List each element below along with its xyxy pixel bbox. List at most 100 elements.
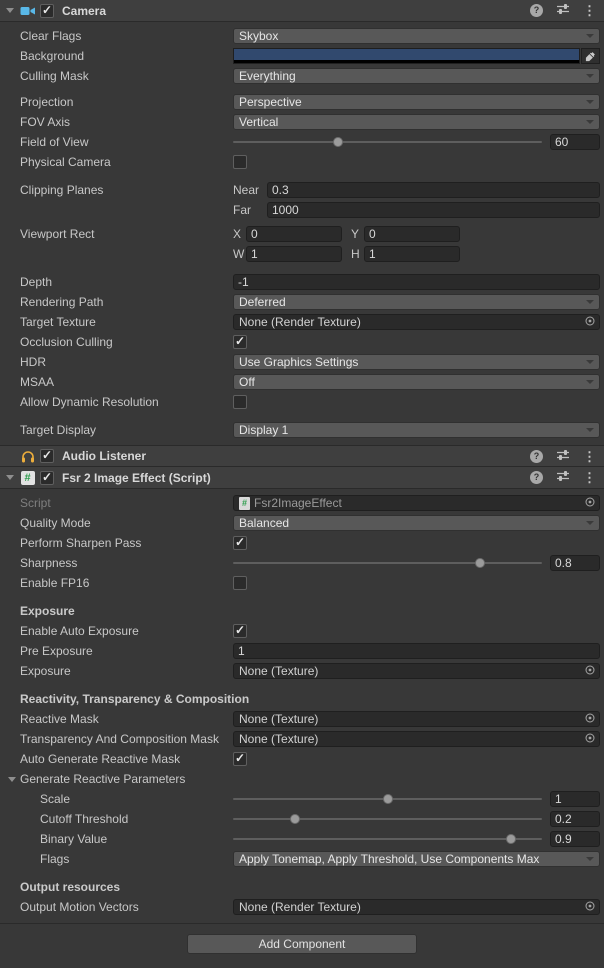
field-of-view-slider[interactable] bbox=[233, 134, 542, 150]
kebab-menu-icon[interactable] bbox=[583, 471, 596, 484]
viewport-y-field[interactable] bbox=[364, 226, 460, 242]
generate-reactive-parameters-label: Generate Reactive Parameters bbox=[20, 772, 185, 786]
object-picker-icon[interactable] bbox=[584, 900, 596, 915]
perform-sharpen-pass-checkbox[interactable] bbox=[233, 536, 247, 550]
reactive-mask-objectfield[interactable]: None (Texture) bbox=[233, 711, 600, 727]
binary-value-label: Binary Value bbox=[0, 832, 233, 846]
enable-fp16-checkbox[interactable] bbox=[233, 576, 247, 590]
scale-row: Scale bbox=[0, 789, 604, 809]
presets-icon[interactable] bbox=[556, 449, 570, 464]
add-component-button[interactable]: Add Component bbox=[187, 934, 417, 954]
pre-exposure-field[interactable] bbox=[233, 643, 600, 659]
camera-enabled-checkbox[interactable] bbox=[40, 4, 54, 18]
auto-generate-reactive-mask-checkbox[interactable] bbox=[233, 752, 247, 766]
audio-listener-enabled-checkbox[interactable] bbox=[40, 449, 54, 463]
auto-generate-reactive-mask-label: Auto Generate Reactive Mask bbox=[0, 752, 233, 766]
sharpness-value[interactable] bbox=[550, 555, 600, 571]
sharpness-slider[interactable] bbox=[233, 555, 542, 571]
object-picker-icon[interactable] bbox=[584, 315, 596, 330]
object-picker-icon[interactable] bbox=[584, 496, 596, 511]
script-objectfield[interactable]: Fsr2ImageEffect bbox=[233, 495, 600, 511]
object-picker-icon[interactable] bbox=[584, 732, 596, 747]
target-texture-objectfield[interactable]: None (Render Texture) bbox=[233, 314, 600, 330]
output-motion-vectors-objectfield[interactable]: None (Render Texture) bbox=[233, 899, 600, 915]
chevron-down-icon bbox=[586, 857, 594, 861]
reactivity-section-header: Reactivity, Transparency & Composition bbox=[0, 689, 604, 709]
rendering-path-dropdown[interactable]: Deferred bbox=[233, 294, 600, 310]
background-color-field[interactable] bbox=[233, 48, 600, 64]
help-icon[interactable] bbox=[530, 471, 543, 484]
kebab-menu-icon[interactable] bbox=[583, 4, 596, 17]
near-field[interactable] bbox=[267, 182, 600, 198]
slider-handle[interactable] bbox=[290, 814, 300, 824]
far-field[interactable] bbox=[267, 202, 600, 218]
scale-slider[interactable] bbox=[233, 791, 542, 807]
help-icon[interactable] bbox=[530, 450, 543, 463]
msaa-dropdown[interactable]: Off bbox=[233, 374, 600, 390]
audio-listener-title: Audio Listener bbox=[62, 449, 146, 463]
enable-auto-exposure-checkbox[interactable] bbox=[233, 624, 247, 638]
culling-mask-dropdown[interactable]: Everything bbox=[233, 68, 600, 84]
slider-handle[interactable] bbox=[506, 834, 516, 844]
headphones-icon bbox=[19, 449, 36, 464]
fov-axis-dropdown[interactable]: Vertical bbox=[233, 114, 600, 130]
chevron-down-icon bbox=[586, 360, 594, 364]
viewport-x-field[interactable] bbox=[246, 226, 342, 242]
eyedropper-icon[interactable] bbox=[581, 48, 600, 64]
output-section-header: Output resources bbox=[0, 877, 604, 897]
target-display-label: Target Display bbox=[0, 423, 233, 437]
depth-row: Depth bbox=[0, 272, 604, 292]
depth-field[interactable] bbox=[233, 274, 600, 290]
clipping-planes-label: Clipping Planes bbox=[0, 183, 233, 197]
target-display-dropdown[interactable]: Display 1 bbox=[233, 422, 600, 438]
field-of-view-value[interactable] bbox=[550, 134, 600, 150]
flags-label: Flags bbox=[0, 852, 233, 866]
clear-flags-dropdown[interactable]: Skybox bbox=[233, 28, 600, 44]
chevron-down-icon bbox=[586, 34, 594, 38]
quality-mode-dropdown[interactable]: Balanced bbox=[233, 515, 600, 531]
projection-dropdown[interactable]: Perspective bbox=[233, 94, 600, 110]
flags-dropdown[interactable]: Apply Tonemap, Apply Threshold, Use Comp… bbox=[233, 851, 600, 867]
near-label: Near bbox=[233, 183, 267, 197]
foldout-icon[interactable] bbox=[8, 777, 16, 782]
fsr2-enabled-checkbox[interactable] bbox=[40, 471, 54, 485]
auto-generate-reactive-mask-row: Auto Generate Reactive Mask bbox=[0, 749, 604, 769]
exposure-objectfield[interactable]: None (Texture) bbox=[233, 663, 600, 679]
cutoff-threshold-value[interactable] bbox=[550, 811, 600, 827]
generate-reactive-parameters-foldout[interactable]: Generate Reactive Parameters bbox=[0, 772, 233, 786]
viewport-w-field[interactable] bbox=[246, 246, 342, 262]
kebab-menu-icon[interactable] bbox=[583, 450, 596, 463]
pre-exposure-row: Pre Exposure bbox=[0, 641, 604, 661]
physical-camera-checkbox[interactable] bbox=[233, 155, 247, 169]
chevron-down-icon bbox=[586, 428, 594, 432]
hdr-dropdown[interactable]: Use Graphics Settings bbox=[233, 354, 600, 370]
binary-value-value[interactable] bbox=[550, 831, 600, 847]
perform-sharpen-pass-label: Perform Sharpen Pass bbox=[0, 536, 233, 550]
reactivity-section-label: Reactivity, Transparency & Composition bbox=[0, 692, 249, 706]
object-picker-icon[interactable] bbox=[584, 664, 596, 679]
allow-dynamic-resolution-checkbox[interactable] bbox=[233, 395, 247, 409]
alpha-bar bbox=[234, 60, 579, 63]
cutoff-threshold-slider[interactable] bbox=[233, 811, 542, 827]
foldout-icon[interactable] bbox=[6, 475, 14, 480]
color-swatch[interactable] bbox=[234, 49, 579, 60]
camera-title: Camera bbox=[62, 4, 106, 18]
object-picker-icon[interactable] bbox=[584, 712, 596, 727]
occlusion-culling-checkbox[interactable] bbox=[233, 335, 247, 349]
slider-handle[interactable] bbox=[475, 558, 485, 568]
help-icon[interactable] bbox=[530, 4, 543, 17]
culling-mask-label: Culling Mask bbox=[0, 69, 233, 83]
presets-icon[interactable] bbox=[556, 470, 570, 485]
physical-camera-row: Physical Camera bbox=[0, 152, 604, 172]
slider-handle[interactable] bbox=[333, 137, 343, 147]
foldout-icon[interactable] bbox=[6, 8, 14, 13]
presets-icon[interactable] bbox=[556, 3, 570, 18]
viewport-h-field[interactable] bbox=[364, 246, 460, 262]
scale-value[interactable] bbox=[550, 791, 600, 807]
depth-label: Depth bbox=[0, 275, 233, 289]
inspector-footer: Add Component bbox=[0, 923, 604, 968]
slider-handle[interactable] bbox=[383, 794, 393, 804]
binary-value-slider[interactable] bbox=[233, 831, 542, 847]
generate-reactive-parameters-row: Generate Reactive Parameters bbox=[0, 769, 604, 789]
transparency-mask-objectfield[interactable]: None (Texture) bbox=[233, 731, 600, 747]
